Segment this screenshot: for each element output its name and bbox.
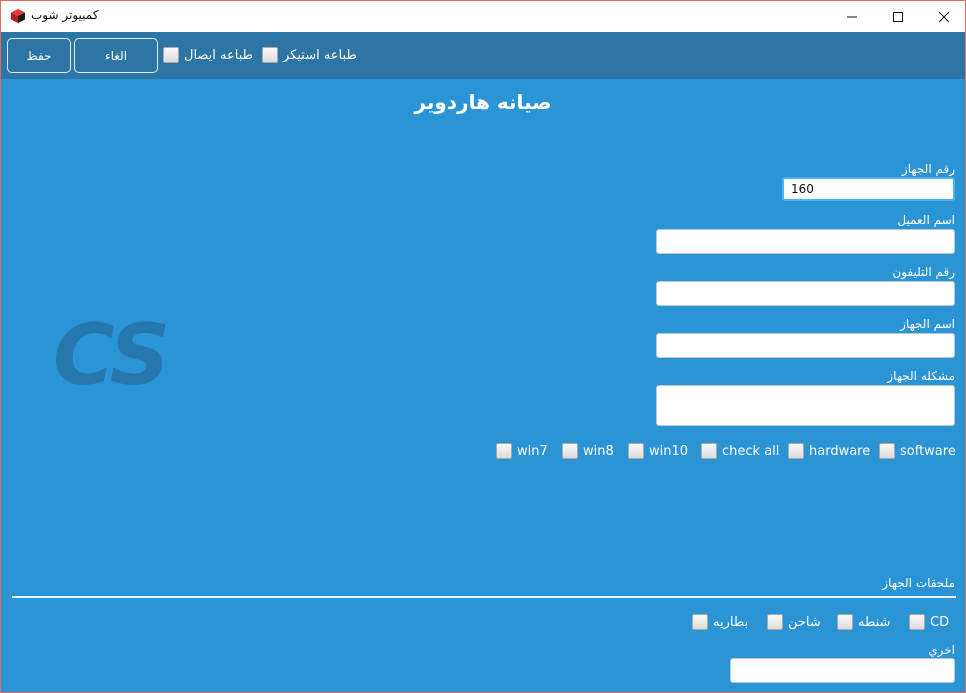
device-problem-input[interactable]	[656, 385, 955, 426]
checkbox-box[interactable]	[163, 47, 179, 63]
accessory-battery[interactable]: بطاريه	[692, 614, 748, 630]
option-label: win8	[583, 443, 614, 459]
device-problem-label: مشكله الجهاز	[887, 369, 955, 383]
maximize-icon	[893, 11, 903, 22]
customer-name-label: اسم العميل	[897, 213, 955, 227]
divider	[12, 596, 956, 598]
accessory-label: شاحن	[788, 614, 821, 630]
close-button[interactable]	[921, 1, 965, 32]
option-check-all[interactable]: check all	[701, 443, 779, 459]
option-hardware[interactable]: hardware	[788, 443, 870, 459]
customer-name-input[interactable]	[656, 229, 955, 254]
checkbox-box[interactable]	[496, 443, 512, 459]
page-title: صيانه هاردوير	[414, 90, 552, 114]
checkbox-box[interactable]	[879, 443, 895, 459]
device-name-input[interactable]	[656, 333, 955, 358]
other-label: اخري	[928, 643, 955, 657]
print-sticker-label: طباعه استيكر	[283, 47, 357, 63]
checkbox-box[interactable]	[628, 443, 644, 459]
option-label: win10	[649, 443, 689, 459]
accessory-label: CD	[930, 614, 950, 630]
checkbox-box[interactable]	[562, 443, 578, 459]
device-name-label: اسم الجهاز	[900, 317, 955, 331]
accessory-charger[interactable]: شاحن	[767, 614, 821, 630]
maximize-button[interactable]	[875, 1, 921, 32]
accessories-label: ملحقات الجهاز	[882, 576, 955, 590]
phone-number-input[interactable]	[656, 281, 955, 306]
accessory-label: شنطه	[858, 614, 891, 630]
checkbox-box[interactable]	[692, 614, 708, 630]
option-label: software	[900, 443, 956, 459]
checkbox-box[interactable]	[837, 614, 853, 630]
device-number-label: رقم الجهاز	[901, 162, 955, 176]
cancel-button[interactable]: الغاء	[74, 38, 158, 73]
print-receipt-checkbox[interactable]: طباعه ايصال	[163, 47, 253, 63]
option-win10[interactable]: win10	[628, 443, 688, 459]
checkbox-box[interactable]	[767, 614, 783, 630]
checkbox-box[interactable]	[701, 443, 717, 459]
window-title: كمبيوتر شوب	[31, 8, 99, 22]
accessory-cd[interactable]: CD	[909, 614, 949, 630]
option-software[interactable]: software	[879, 443, 956, 459]
accessory-label: بطاريه	[713, 614, 749, 630]
phone-number-label: رقم التليفون	[892, 265, 955, 279]
option-label: check all	[722, 443, 780, 459]
cs-logo: CS	[53, 306, 170, 404]
print-sticker-checkbox[interactable]: طباعه استيكر	[262, 47, 357, 63]
checkbox-box[interactable]	[909, 614, 925, 630]
app-window: كمبيوتر شوب حفظ الغاء طباعه ايصال طباعه …	[0, 0, 966, 693]
save-button[interactable]: حفظ	[7, 38, 71, 73]
option-label: win7	[517, 443, 548, 459]
option-win7[interactable]: win7	[496, 443, 548, 459]
toolbar: حفظ الغاء طباعه ايصال طباعه استيكر	[1, 32, 965, 79]
checkbox-box[interactable]	[788, 443, 804, 459]
option-win8[interactable]: win8	[562, 443, 614, 459]
print-receipt-label: طباعه ايصال	[184, 47, 253, 63]
minimize-icon	[847, 16, 857, 17]
accessory-bag[interactable]: شنطه	[837, 614, 890, 630]
app-cube-icon	[10, 8, 26, 24]
other-input[interactable]	[730, 658, 955, 683]
device-number-input[interactable]: 160	[782, 177, 955, 201]
title-bar: كمبيوتر شوب	[1, 1, 965, 32]
checkbox-box[interactable]	[262, 47, 278, 63]
minimize-button[interactable]	[829, 1, 875, 32]
option-label: hardware	[809, 443, 871, 459]
close-icon	[938, 11, 950, 22]
